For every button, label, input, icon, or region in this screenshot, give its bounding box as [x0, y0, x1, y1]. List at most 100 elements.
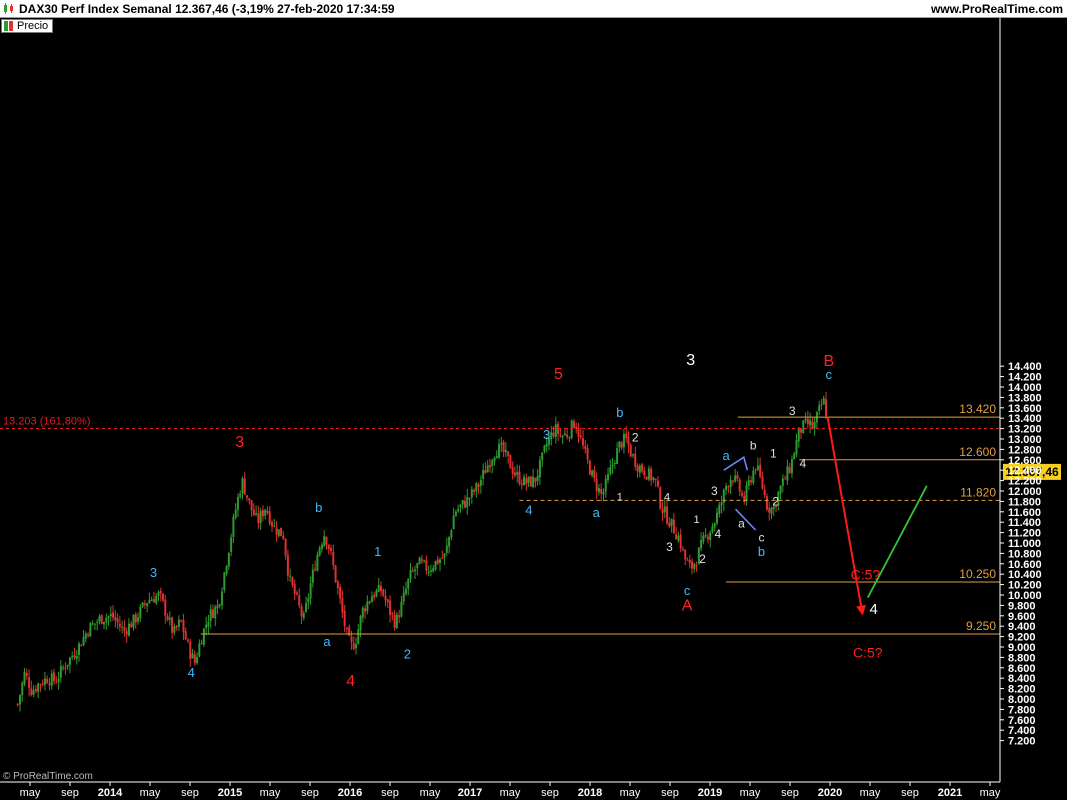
candle-body: [797, 427, 800, 442]
candle-body: [18, 694, 21, 705]
x-tick-label: 2020: [818, 787, 842, 799]
wave-label: a: [323, 634, 331, 649]
wave-label: a: [593, 505, 601, 520]
candle-body: [722, 489, 725, 503]
x-tick-label: 2021: [938, 787, 962, 799]
candle-body: [452, 515, 455, 530]
candle-body: [813, 422, 816, 429]
candle-body: [393, 614, 396, 629]
candle-body: [468, 498, 471, 500]
candle-body: [205, 624, 208, 629]
candle-body: [509, 455, 512, 469]
candle-body: [645, 476, 648, 480]
candle-body: [200, 643, 203, 645]
candle-body: [241, 478, 244, 494]
candle-body: [332, 552, 335, 566]
candle-body: [364, 608, 367, 612]
candle-body: [679, 534, 682, 549]
x-tick-label: 2014: [98, 787, 123, 799]
candle-body: [164, 599, 167, 616]
candle-body: [175, 626, 178, 628]
candle-body: [711, 526, 714, 532]
candle-body: [554, 424, 557, 438]
red-fib-level-label: 13.203 (161,80%): [3, 415, 90, 427]
candle-body: [289, 575, 292, 577]
candle-body: [102, 621, 105, 625]
candle-body: [439, 559, 442, 564]
candle-body: [790, 459, 793, 474]
candle-body: [191, 653, 194, 659]
candle-body: [727, 486, 730, 488]
candle-body: [579, 435, 582, 438]
candle-body: [504, 449, 507, 453]
candle-body: [73, 655, 76, 658]
candle-body: [368, 601, 371, 603]
fib-level-label: 9.250: [966, 619, 996, 633]
candle-body: [488, 465, 491, 468]
candle-body: [618, 441, 621, 448]
candle-body: [87, 634, 90, 636]
x-tick-label: may: [20, 787, 41, 799]
levels-layer: 13.203 (161,80%) 13.420 12.600 11.820 10.250…: [0, 402, 1000, 635]
wave-label: 1: [374, 544, 381, 559]
candle-body: [48, 683, 51, 686]
candle-body: [781, 478, 784, 486]
x-tick-label: may: [140, 787, 161, 799]
candle-body: [731, 480, 734, 482]
x-tick-label: 2017: [458, 787, 482, 799]
candle-body: [686, 559, 689, 561]
site-link[interactable]: www.ProRealTime.com: [931, 2, 1063, 16]
candle-body: [811, 421, 814, 429]
candle-body: [125, 631, 128, 635]
candle-body: [666, 506, 669, 524]
candle-body: [445, 545, 448, 553]
candle-body: [91, 623, 94, 625]
candle-body: [570, 420, 573, 439]
candle-body: [105, 617, 108, 623]
candle-body: [391, 613, 394, 615]
wave-label: 4: [525, 502, 532, 517]
wave-label: 4: [346, 673, 355, 690]
candle-body: [788, 467, 791, 473]
candle-body: [545, 443, 548, 447]
candle-body: [298, 595, 301, 606]
fib-level-label: 10.250: [959, 567, 996, 581]
x-tick-label: sep: [901, 787, 919, 799]
price-chart[interactable]: 13.203 (161,80%) 13.420 12.600 11.820 10.250…: [0, 18, 1067, 800]
candle-body: [716, 512, 719, 524]
candle-body: [193, 654, 196, 664]
candle-body: [738, 479, 741, 492]
candle-body: [264, 509, 267, 516]
candle-body: [141, 602, 144, 607]
candle-body: [525, 478, 528, 485]
candle-body: [493, 457, 496, 462]
wave-label: 2: [404, 646, 411, 661]
candle-body: [386, 599, 389, 603]
candle-body: [491, 460, 494, 466]
candle-body: [257, 513, 260, 523]
candle-body: [182, 620, 185, 633]
wave-label: 2: [772, 495, 779, 509]
candle-body: [168, 617, 171, 620]
x-tick-label: may: [620, 787, 641, 799]
candle-body: [218, 604, 221, 606]
candle-body: [62, 667, 65, 669]
chart-title-bar: DAX30 Perf Index Semanal 12.367,46 (-3,1…: [0, 0, 1067, 18]
candle-body: [513, 472, 516, 476]
candle-body: [793, 453, 796, 460]
candle-body: [373, 594, 376, 598]
candle-body: [632, 454, 635, 456]
candle-body: [57, 678, 60, 682]
wave-label: 3: [789, 404, 796, 418]
candle-body: [280, 527, 283, 537]
candle-body: [207, 621, 210, 627]
candle-body: [130, 623, 133, 628]
candle-body: [146, 603, 149, 607]
candle-body: [675, 534, 678, 540]
candle-body: [334, 565, 337, 582]
candle-body: [706, 536, 709, 540]
candle-body: [400, 601, 403, 617]
candle-body: [670, 518, 673, 526]
candle-body: [627, 436, 630, 446]
x-tick-label: sep: [781, 787, 799, 799]
